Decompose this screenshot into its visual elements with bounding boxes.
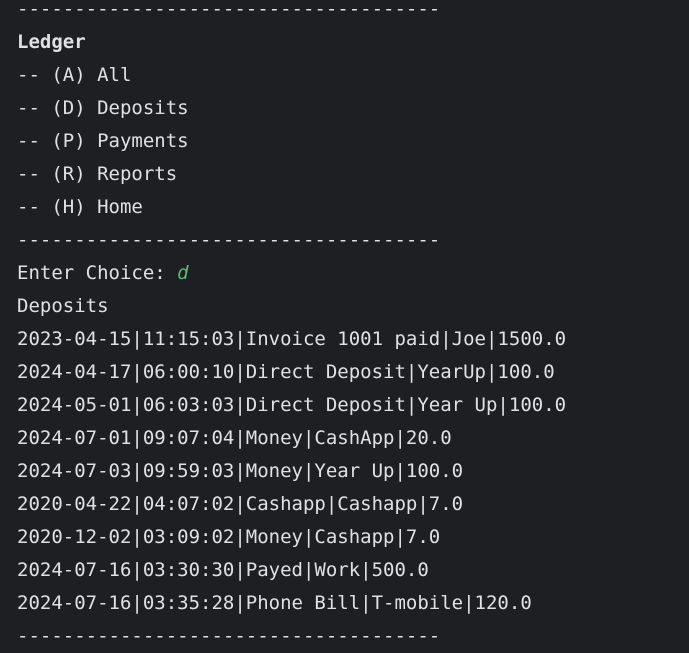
- choice-prompt-label: Enter Choice:: [17, 262, 178, 284]
- ledger-row: 2020-04-22|04:07:02|Cashapp|Cashapp|7.0: [17, 493, 464, 515]
- menu-item-deposits: -- (D) Deposits: [17, 97, 189, 119]
- menu-item-all: -- (A) All: [17, 64, 132, 86]
- terminal-output: ------------------------------------- Le…: [17, 0, 689, 653]
- ledger-row: 2024-04-17|06:00:10|Direct Deposit|YearU…: [17, 361, 555, 383]
- choice-input[interactable]: d: [177, 262, 188, 284]
- ledger-row: 2024-07-16|03:35:28|Phone Bill|T-mobile|…: [17, 592, 532, 614]
- divider-top: -------------------------------------: [17, 0, 441, 20]
- ledger-row: 2024-07-01|09:07:04|Money|CashApp|20.0: [17, 427, 452, 449]
- menu-title: Ledger: [17, 31, 86, 53]
- divider-middle: -------------------------------------: [17, 229, 441, 251]
- choice-prompt-line[interactable]: Enter Choice: d: [17, 257, 689, 290]
- ledger-row: 2024-07-16|03:30:30|Payed|Work|500.0: [17, 559, 429, 581]
- results-heading: Deposits: [17, 295, 109, 317]
- menu-item-home: -- (H) Home: [17, 196, 143, 218]
- divider-bottom: -------------------------------------: [17, 625, 441, 647]
- ledger-row: 2024-05-01|06:03:03|Direct Deposit|Year …: [17, 394, 567, 416]
- menu-item-reports: -- (R) Reports: [17, 163, 178, 185]
- ledger-row: 2023-04-15|11:15:03|Invoice 1001 paid|Jo…: [17, 328, 567, 350]
- ledger-row: 2020-12-02|03:09:02|Money|Cashapp|7.0: [17, 526, 441, 548]
- menu-item-payments: -- (P) Payments: [17, 130, 189, 152]
- ledger-row: 2024-07-03|09:59:03|Money|Year Up|100.0: [17, 460, 464, 482]
